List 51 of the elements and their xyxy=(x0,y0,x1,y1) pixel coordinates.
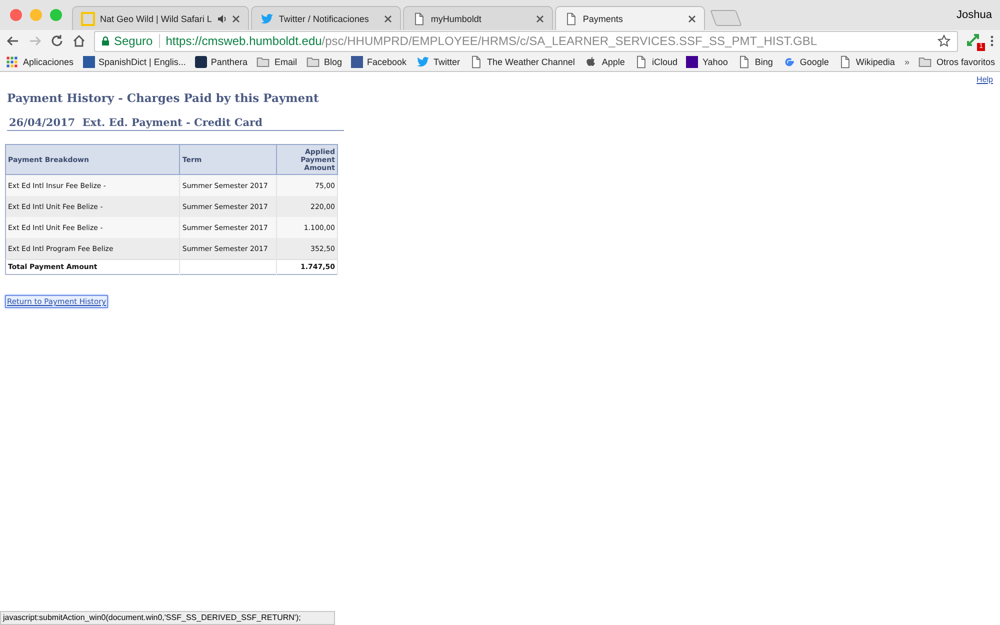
logo-icon xyxy=(686,56,698,68)
bookmark[interactable]: Google xyxy=(800,56,829,66)
logo-icon xyxy=(194,56,207,68)
close-icon[interactable] xyxy=(688,14,696,22)
browser-tab[interactable]: myHumboldt xyxy=(402,6,553,30)
folder-icon xyxy=(306,54,320,68)
bookmark[interactable]: Email xyxy=(274,56,297,66)
close-icon[interactable] xyxy=(232,14,240,22)
bookmark[interactable]: Bing xyxy=(754,56,773,66)
reload-icon[interactable] xyxy=(50,34,64,48)
help-link[interactable]: Help xyxy=(7,75,993,84)
menu-icon[interactable] xyxy=(990,34,994,48)
bookmark[interactable]: Wikipedia xyxy=(856,56,895,66)
bookmark[interactable]: The Weather Channel xyxy=(487,56,575,66)
lock-icon xyxy=(101,36,110,46)
bookmark[interactable]: Twitter xyxy=(434,56,460,66)
bird-icon xyxy=(416,54,430,68)
logo-icon xyxy=(82,56,95,68)
grid-icon xyxy=(5,54,19,68)
bookmark[interactable]: Facebook xyxy=(366,56,407,66)
bookmark-folder[interactable]: Otros favoritos xyxy=(936,56,995,66)
close-icon[interactable] xyxy=(384,14,392,22)
address-bar[interactable]: Seguro https://cmsweb.humboldt.edu/psc/HHUMPRD/EMPLOYEE/HRMS/c/SA_LEARNER_SERVICES.SSF_SS_PMT_HIST.GBL xyxy=(94,30,958,52)
close-icon[interactable] xyxy=(536,14,544,22)
bookmark[interactable]: Apple xyxy=(602,56,625,66)
browser-tab[interactable]: Twitter / Notificaciones xyxy=(250,6,401,30)
star-icon[interactable] xyxy=(937,34,951,48)
browser-tab[interactable]: Payments xyxy=(554,6,705,30)
more-bookmarks-button[interactable]: » xyxy=(904,56,910,66)
frame-icon xyxy=(81,12,95,26)
folder-icon xyxy=(256,54,270,68)
bookmark[interactable]: iCloud xyxy=(652,56,678,66)
status-bar: javascript:submitAction_win0(document.win0,'SSF_SS_DERIVED_SSF_RETURN'); xyxy=(0,611,335,625)
folder-icon xyxy=(918,54,932,68)
bookmark[interactable]: Aplicaciones xyxy=(23,56,74,66)
profile-name[interactable]: Joshua xyxy=(956,9,992,21)
bookmark[interactable]: Panthera xyxy=(210,56,248,66)
page-icon xyxy=(469,54,484,68)
home-icon[interactable] xyxy=(72,34,86,48)
apple-icon xyxy=(584,54,598,68)
arrows-icon xyxy=(966,33,980,47)
page-title: Payment History - Charges Paid by this Payment xyxy=(7,91,320,105)
bookmark[interactable]: Yahoo xyxy=(702,56,728,66)
bookmark[interactable]: SpanishDict | Englis... xyxy=(98,56,186,66)
security-label: Seguro xyxy=(114,34,153,48)
back-icon[interactable] xyxy=(6,34,20,48)
browser-tab[interactable]: Nat Geo Wild | Wild Safari L xyxy=(72,6,249,30)
bird-icon xyxy=(260,12,274,26)
payment-heading: 26/04/2017 Ext. Ed. Payment - Credit Card xyxy=(7,117,344,131)
bookmark[interactable]: Blog xyxy=(324,56,342,66)
logo-icon xyxy=(350,56,363,68)
